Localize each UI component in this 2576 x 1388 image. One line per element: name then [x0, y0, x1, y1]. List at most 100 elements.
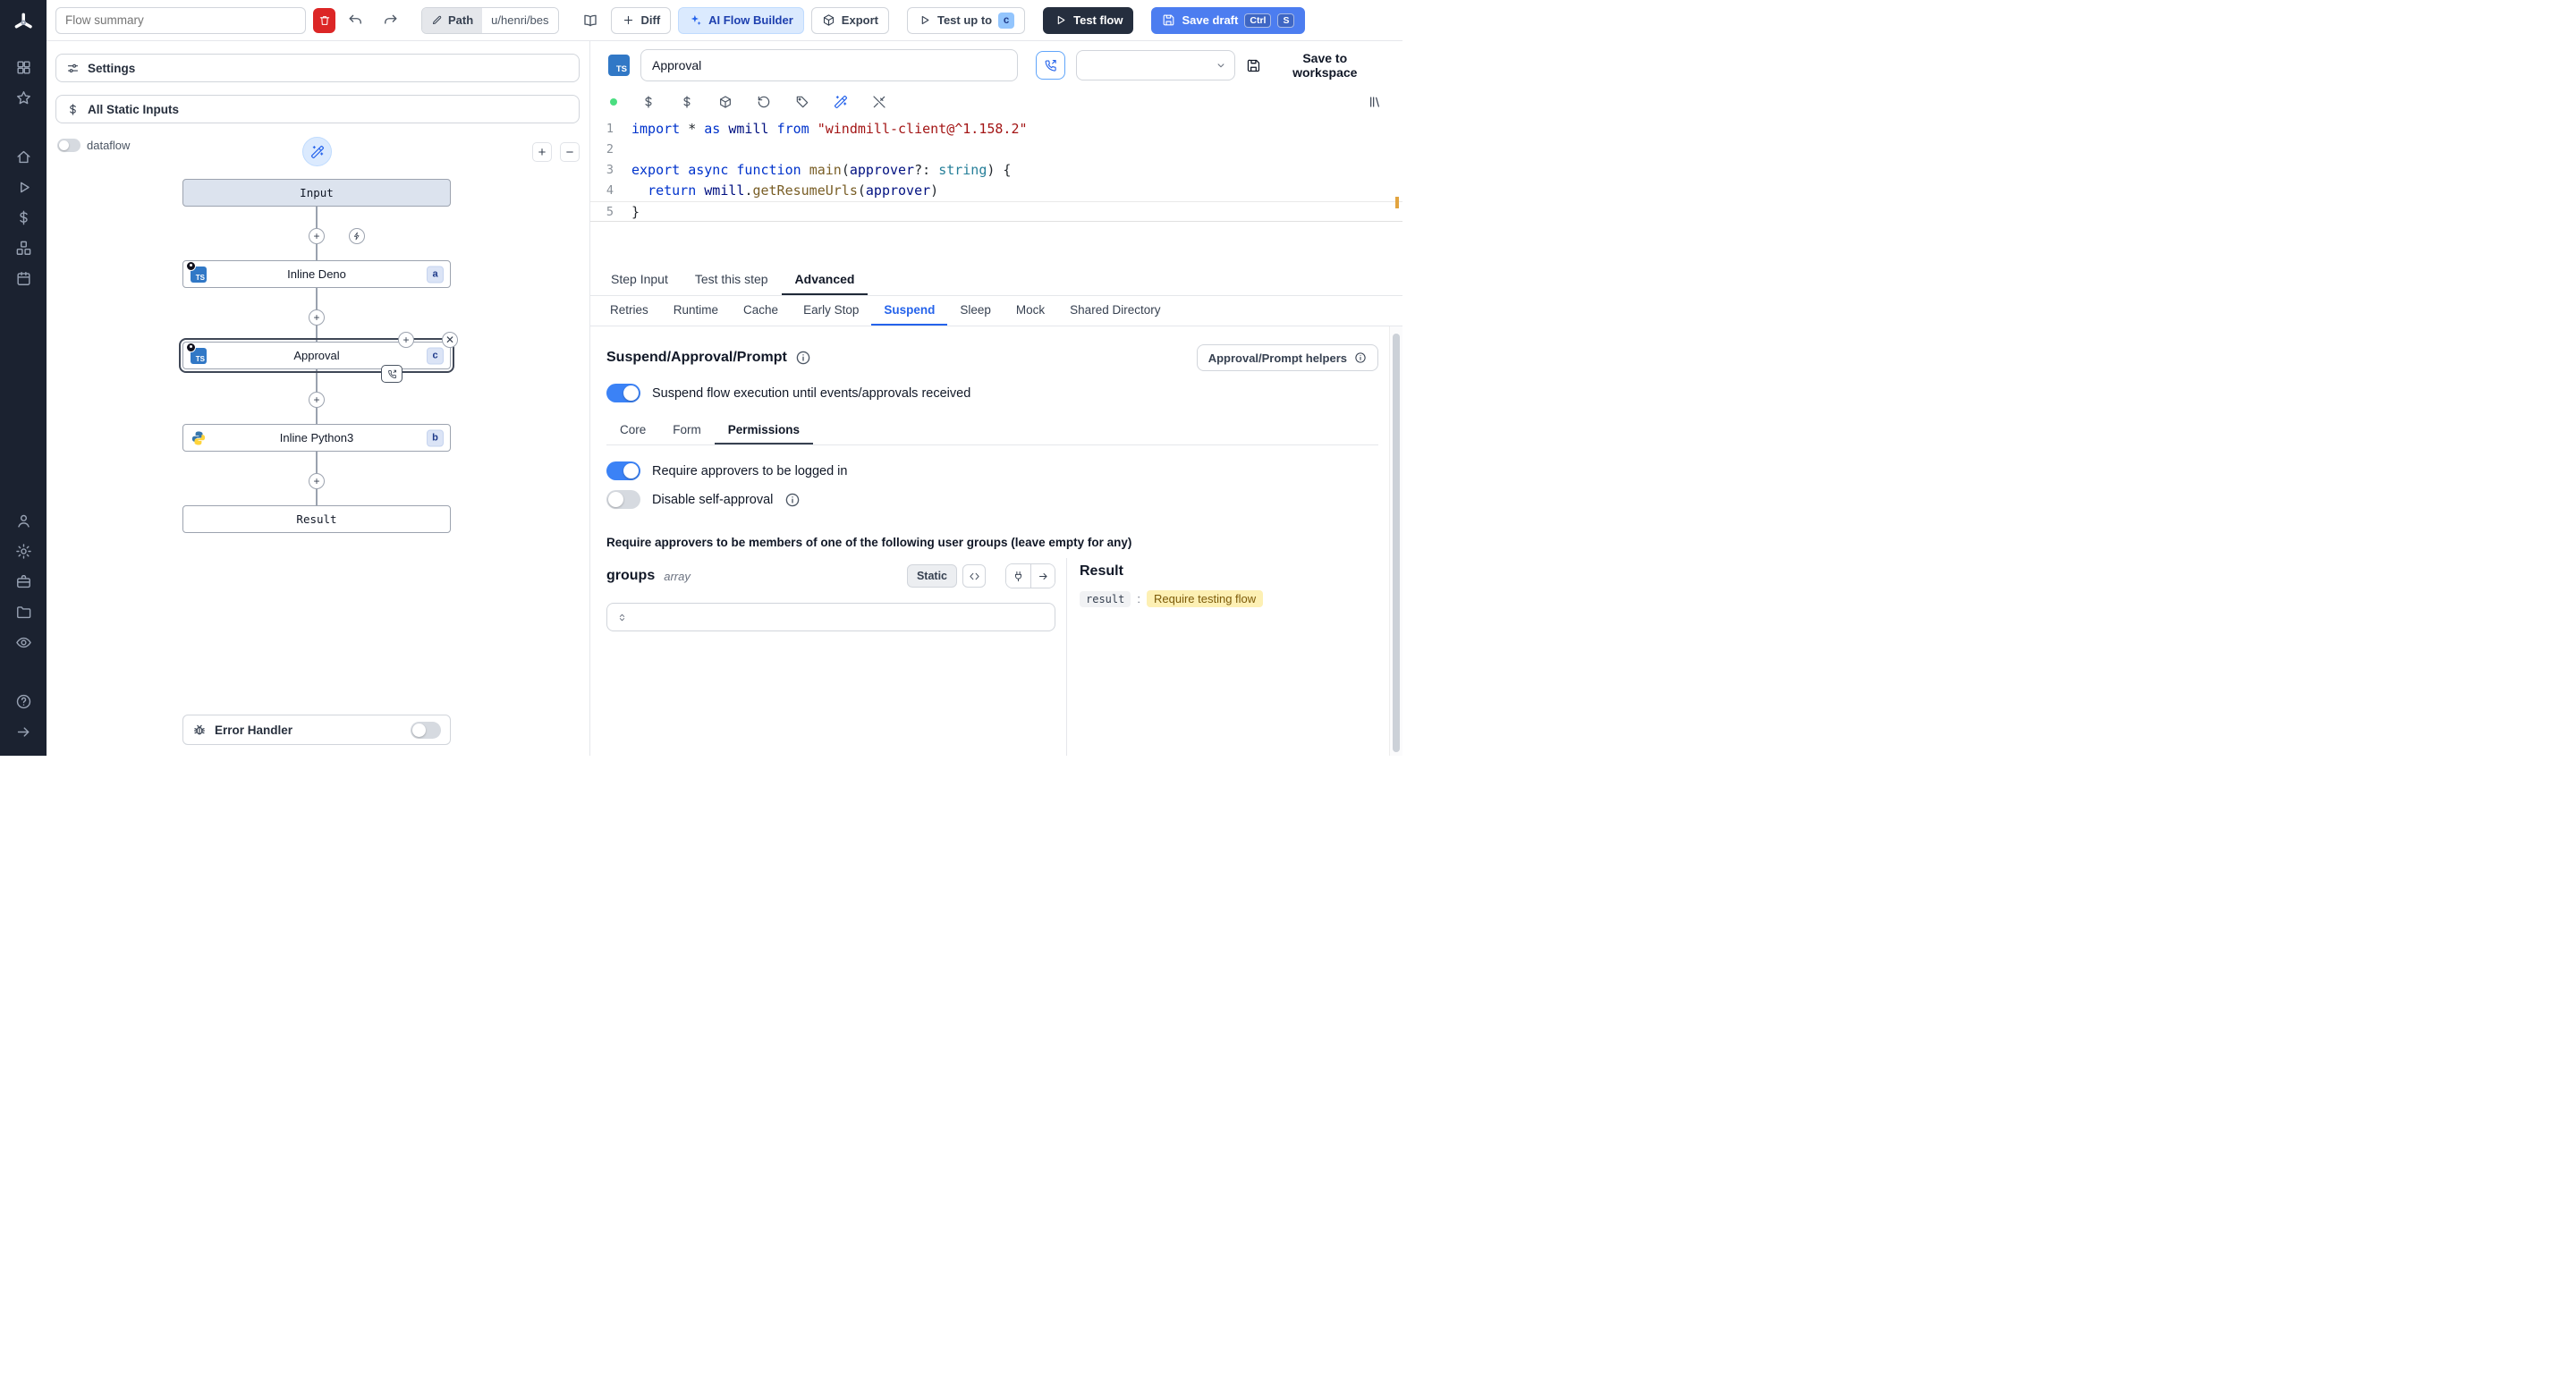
- tab-step-input[interactable]: Step Input: [597, 264, 682, 295]
- test-up-to-button[interactable]: Test up to c: [906, 6, 1026, 34]
- subtab-core[interactable]: Core: [606, 417, 659, 444]
- subtab-form[interactable]: Form: [659, 417, 715, 444]
- save-draft-button[interactable]: Save draft Ctrl S: [1151, 6, 1306, 34]
- tag-button[interactable]: [795, 95, 809, 109]
- dataflow-toggle[interactable]: [57, 139, 80, 152]
- suspend-enable-toggle[interactable]: [606, 384, 640, 402]
- folders-icon[interactable]: [7, 597, 39, 627]
- tab-shared-directory[interactable]: Shared Directory: [1057, 296, 1173, 326]
- help-icon[interactable]: [7, 686, 39, 716]
- tab-test-this-step[interactable]: Test this step: [682, 264, 782, 295]
- windmill-logo[interactable]: [7, 7, 39, 38]
- settings-gear-icon[interactable]: [7, 536, 39, 566]
- require-login-toggle[interactable]: [606, 461, 640, 480]
- insert-step-button[interactable]: +: [309, 228, 325, 244]
- error-handler-toggle[interactable]: [411, 721, 441, 739]
- undo-button[interactable]: [343, 7, 369, 34]
- groups-value-input[interactable]: [606, 603, 1055, 631]
- docs-book-button[interactable]: [577, 7, 604, 34]
- worker-tag-select[interactable]: [1076, 50, 1235, 80]
- info-icon[interactable]: [784, 492, 801, 508]
- code-line[interactable]: 5}: [590, 201, 1402, 222]
- approval-suspend-indicator[interactable]: [381, 365, 402, 383]
- plug-connect-button[interactable]: [1006, 564, 1030, 588]
- tab-runtime[interactable]: Runtime: [661, 296, 731, 326]
- flow-summary-input[interactable]: [55, 6, 306, 34]
- audit-eye-icon[interactable]: [7, 627, 39, 657]
- require-login-label: Require approvers to be logged in: [652, 463, 848, 478]
- node-id-badge: a: [427, 266, 444, 283]
- redo-button[interactable]: [377, 7, 403, 34]
- test-flow-button[interactable]: Test flow: [1043, 6, 1134, 34]
- add-branch-button[interactable]: +: [398, 332, 414, 348]
- approval-prompt-helpers-button[interactable]: Approval/Prompt helpers: [1196, 344, 1378, 371]
- pencil-icon: [431, 14, 443, 26]
- tab-mock[interactable]: Mock: [1004, 296, 1057, 326]
- insert-step-button[interactable]: +: [309, 309, 325, 326]
- code-line[interactable]: 1 import * as wmill from "windmill-client…: [590, 119, 1402, 140]
- result-preview: Result result : Require testing flow: [1067, 558, 1378, 756]
- workers-briefcase-icon[interactable]: [7, 566, 39, 597]
- insert-step-button[interactable]: +: [309, 392, 325, 408]
- home-icon[interactable]: [7, 141, 39, 172]
- node-result[interactable]: Result: [182, 505, 451, 533]
- code-editor[interactable]: 1 import * as wmill from "windmill-client…: [590, 114, 1402, 264]
- ai-assist-off-button[interactable]: [872, 95, 886, 109]
- tab-sleep[interactable]: Sleep: [947, 296, 1004, 326]
- suspend-phone-button[interactable]: [1036, 51, 1066, 80]
- variables-dollar-icon[interactable]: [7, 202, 39, 233]
- diff-button[interactable]: Diff: [610, 6, 672, 34]
- ai-assist-button[interactable]: [834, 95, 848, 109]
- tab-advanced[interactable]: Advanced: [781, 264, 869, 295]
- bug-icon: [192, 723, 207, 737]
- reload-button[interactable]: [757, 95, 771, 109]
- tab-early-stop[interactable]: Early Stop: [791, 296, 871, 326]
- library-button[interactable]: [1368, 95, 1383, 109]
- resources-boxes-icon[interactable]: [7, 233, 39, 263]
- code-line[interactable]: 2: [590, 140, 1402, 160]
- disable-self-approval-toggle[interactable]: [606, 490, 640, 509]
- schedules-calendar-icon[interactable]: [7, 263, 39, 293]
- node-inline-deno[interactable]: TS Inline Deno a: [182, 260, 451, 288]
- step-name-input[interactable]: [640, 49, 1019, 81]
- export-button[interactable]: Export: [810, 6, 889, 34]
- tab-retries[interactable]: Retries: [597, 296, 661, 326]
- scrollbar-thumb[interactable]: [1393, 334, 1400, 752]
- static-inputs-row[interactable]: All Static Inputs: [55, 95, 580, 123]
- info-icon[interactable]: [795, 350, 811, 366]
- code-line[interactable]: 3 export async function main(approver?: s…: [590, 160, 1402, 181]
- favorites-star-icon[interactable]: [7, 82, 39, 113]
- add-variable-button[interactable]: [641, 95, 656, 109]
- remove-step-button[interactable]: ✕: [442, 332, 458, 348]
- node-inline-python[interactable]: Inline Python3 b: [182, 424, 451, 452]
- apps-grid-icon[interactable]: [7, 52, 39, 82]
- add-resource-button[interactable]: [680, 95, 694, 109]
- play-icon: [918, 13, 931, 27]
- static-mode-button[interactable]: Static: [906, 564, 957, 588]
- package-button[interactable]: [718, 95, 733, 109]
- path-selector[interactable]: Path u/henri/bes: [421, 6, 559, 34]
- code-line[interactable]: 4 return wmill.getResumeUrls(approver): [590, 181, 1402, 201]
- arrow-insert-button[interactable]: [1030, 564, 1055, 588]
- node-input[interactable]: Input: [182, 179, 451, 207]
- path-edit-segment[interactable]: Path: [422, 7, 483, 33]
- tab-suspend[interactable]: Suspend: [871, 296, 948, 326]
- delete-flow-button[interactable]: [313, 7, 335, 33]
- zoom-out-button[interactable]: −: [560, 142, 580, 162]
- ai-flow-builder-button[interactable]: AI Flow Builder: [678, 6, 804, 34]
- runs-play-icon[interactable]: [7, 172, 39, 202]
- groups-requirement-note: Require approvers to be members of one o…: [606, 536, 1132, 549]
- tab-cache[interactable]: Cache: [731, 296, 791, 326]
- flow-settings-row[interactable]: Settings: [55, 54, 580, 82]
- ai-graph-wand-button[interactable]: [302, 137, 332, 166]
- expression-mode-button[interactable]: [962, 564, 986, 588]
- sidebar-expand-arrow-icon[interactable]: [7, 716, 39, 747]
- error-handler-row[interactable]: Error Handler: [182, 715, 451, 745]
- save-to-workspace-button[interactable]: Save to workspace: [1246, 51, 1381, 80]
- insert-step-button[interactable]: +: [309, 473, 325, 489]
- panel-scrollbar[interactable]: [1389, 326, 1402, 756]
- users-icon[interactable]: [7, 505, 39, 536]
- zoom-in-button[interactable]: +: [532, 142, 552, 162]
- subtab-permissions[interactable]: Permissions: [714, 417, 814, 444]
- trigger-bolt-button[interactable]: [349, 228, 365, 244]
